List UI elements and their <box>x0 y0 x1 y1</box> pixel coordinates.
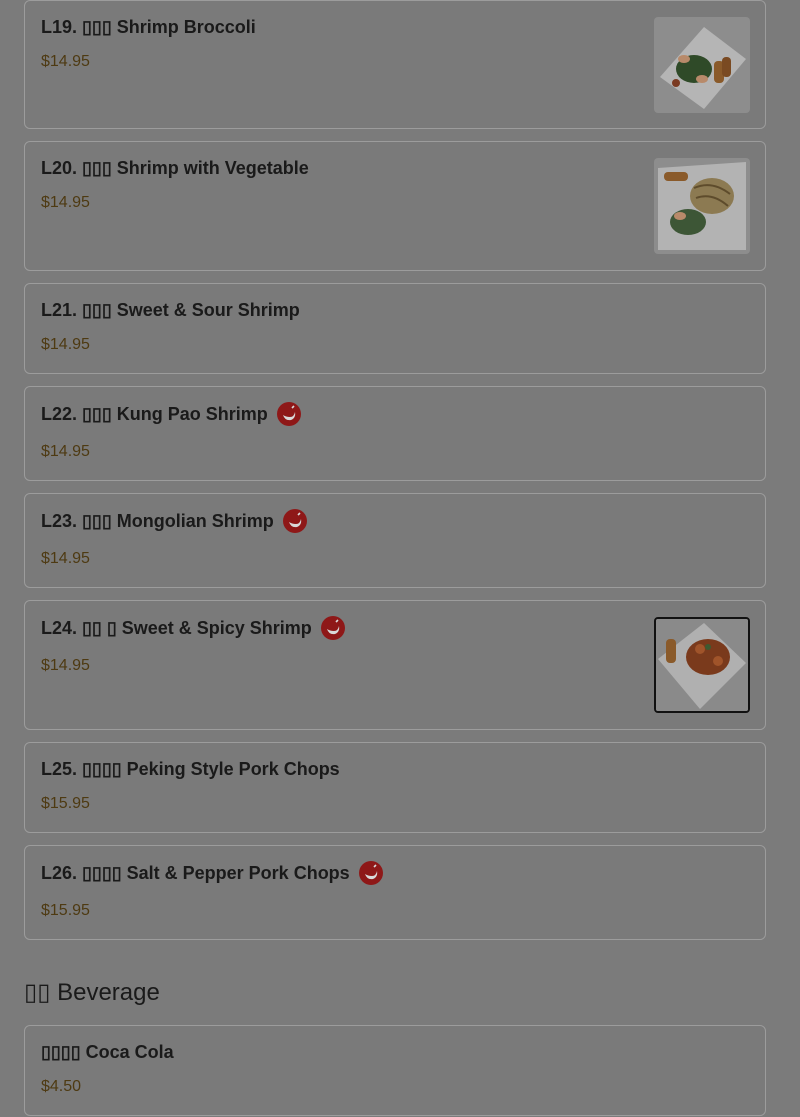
menu-item-title: L26. ▯▯▯▯ Salt & Pepper Pork Chops <box>41 861 383 885</box>
menu-item-name: L20. ▯▯▯ Shrimp with Vegetable <box>41 158 309 178</box>
menu-item-card[interactable]: L22. ▯▯▯ Kung Pao Shrimp $14.95 <box>24 386 766 481</box>
menu-item-price: $15.95 <box>41 902 90 919</box>
menu-item-title: L24. ▯▯ ▯ Sweet & Spicy Shrimp <box>41 616 345 640</box>
menu-item-title: L21. ▯▯▯ Sweet & Sour Shrimp <box>41 300 300 321</box>
menu-item-title: ▯▯▯▯ Coca Cola <box>41 1042 174 1063</box>
menu-item-title: L23. ▯▯▯ Mongolian Shrimp <box>41 509 307 533</box>
chili-pepper-icon <box>358 861 383 885</box>
sweet-spicy-shrimp-photo[interactable] <box>654 617 750 713</box>
menu-item-card[interactable]: L19. ▯▯▯ Shrimp Broccoli $14.95 <box>24 0 766 129</box>
menu-item-price: $14.95 <box>41 550 90 567</box>
menu-item-price: $14.95 <box>41 443 90 460</box>
menu-item-name: L22. ▯▯▯ Kung Pao Shrimp <box>41 403 268 424</box>
menu-item-name: L26. ▯▯▯▯ Salt & Pepper Pork Chops <box>41 862 350 883</box>
chili-pepper-icon <box>276 402 301 426</box>
menu-item-name: L21. ▯▯▯ Sweet & Sour Shrimp <box>41 300 300 320</box>
menu-item-card[interactable]: L25. ▯▯▯▯ Peking Style Pork Chops $15.95 <box>24 742 766 833</box>
menu-item-card[interactable]: L20. ▯▯▯ Shrimp with Vegetable $14.95 <box>24 141 766 271</box>
menu-item-card[interactable]: L26. ▯▯▯▯ Salt & Pepper Pork Chops $15.9… <box>24 845 766 940</box>
menu-item-price: $4.50 <box>41 1078 82 1095</box>
menu-item-card[interactable]: L21. ▯▯▯ Sweet & Sour Shrimp $14.95 <box>24 283 766 374</box>
menu-item-name: L25. ▯▯▯▯ Peking Style Pork Chops <box>41 759 340 779</box>
menu-item-card[interactable]: ▯▯▯▯ Coca Cola $4.50 <box>24 1025 766 1116</box>
menu-item-card[interactable]: L24. ▯▯ ▯ Sweet & Spicy Shrimp $14.95 <box>24 600 766 730</box>
menu-item-price: $14.95 <box>41 53 90 70</box>
menu-item-name: ▯▯▯▯ Coca Cola <box>41 1042 174 1062</box>
shrimp-broccoli-photo[interactable] <box>654 17 750 113</box>
menu-item-name: L23. ▯▯▯ Mongolian Shrimp <box>41 510 274 531</box>
menu-item-card[interactable]: L23. ▯▯▯ Mongolian Shrimp $14.95 <box>24 493 766 588</box>
menu-item-price: $14.95 <box>41 657 90 674</box>
chili-pepper-icon <box>282 509 307 533</box>
menu-item-name: L24. ▯▯ ▯ Sweet & Spicy Shrimp <box>41 617 312 638</box>
menu-item-price: $15.95 <box>41 795 90 812</box>
menu-item-title: L25. ▯▯▯▯ Peking Style Pork Chops <box>41 759 340 780</box>
shrimp-vegetable-photo[interactable] <box>654 158 750 254</box>
menu-item-price: $14.95 <box>41 194 90 211</box>
section-title-beverage: ▯▯ Beverage <box>24 979 160 1006</box>
menu-item-title: L20. ▯▯▯ Shrimp with Vegetable <box>41 158 309 179</box>
menu-item-title: L22. ▯▯▯ Kung Pao Shrimp <box>41 402 301 426</box>
menu-item-title: L19. ▯▯▯ Shrimp Broccoli <box>41 17 256 38</box>
chili-pepper-icon <box>320 616 345 640</box>
menu-item-price: $14.95 <box>41 336 90 353</box>
menu-item-name: L19. ▯▯▯ Shrimp Broccoli <box>41 17 256 37</box>
